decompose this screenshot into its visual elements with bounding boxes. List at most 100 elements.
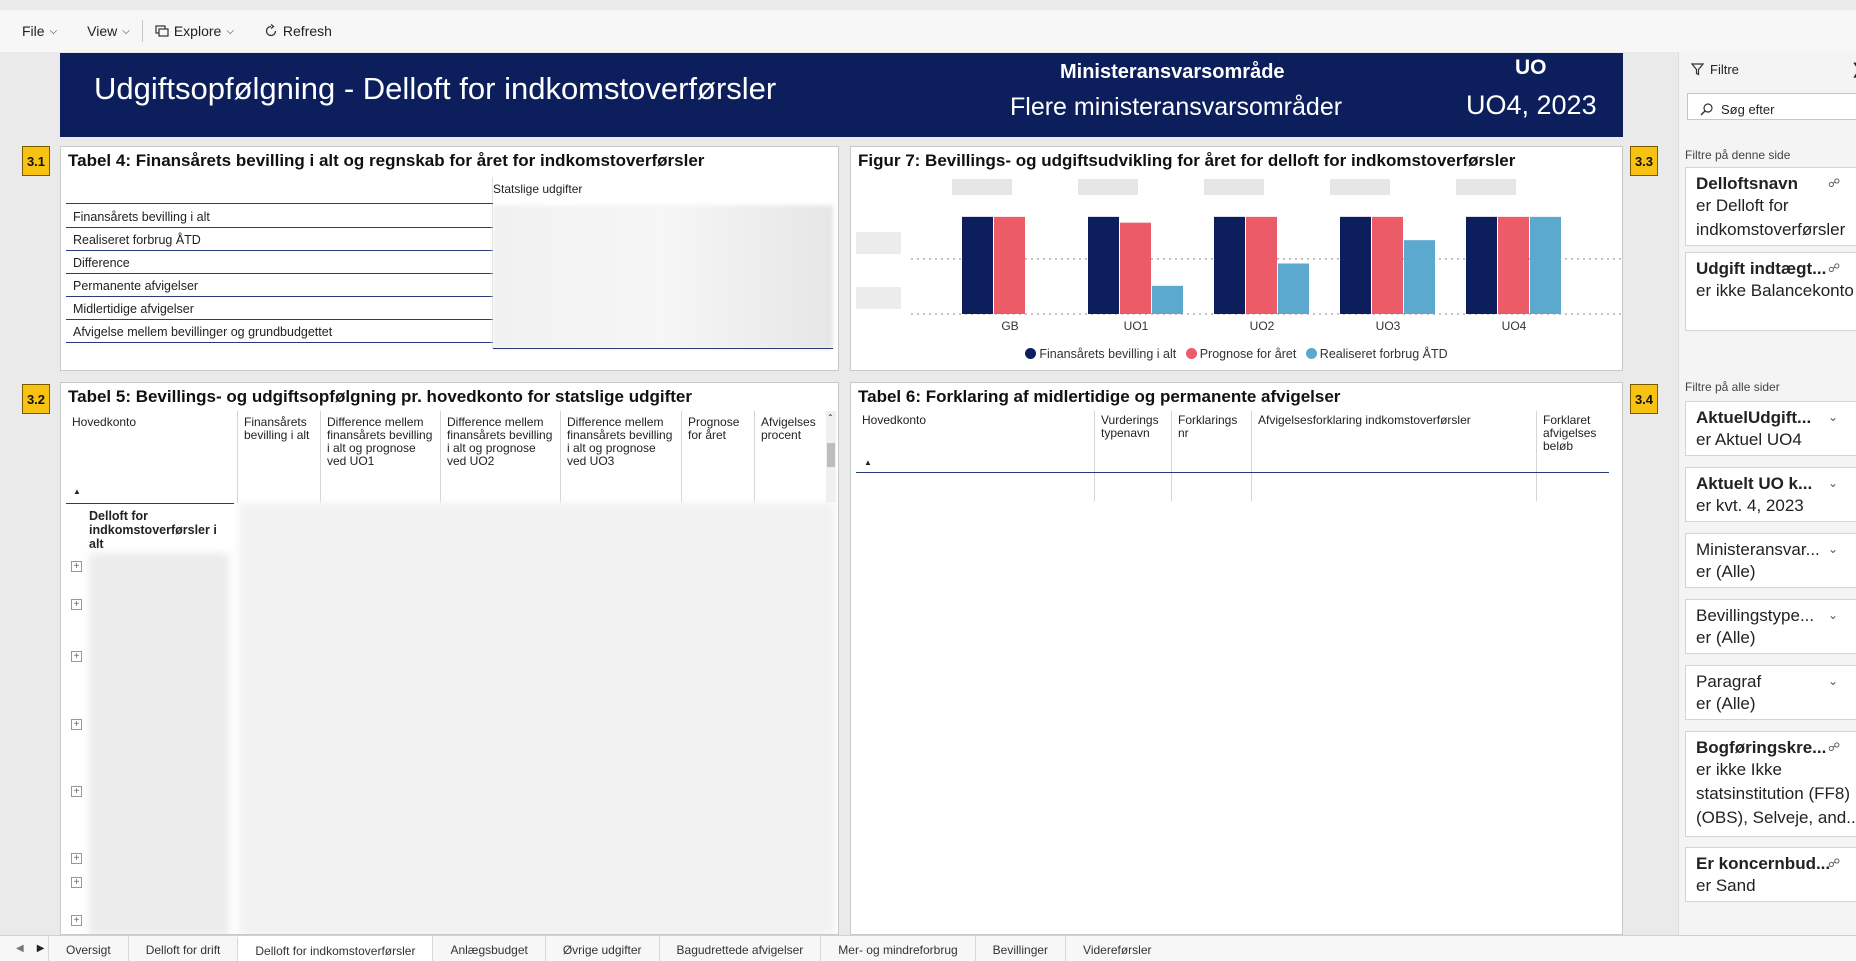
tab-bevillinger[interactable]: Bevillinger: [974, 936, 1065, 961]
tab-delloft-indkomstoverfoersler[interactable]: Delloft for indkomstoverførsler: [237, 936, 433, 961]
tab-mer-mindreforbrug[interactable]: Mer- og mindreforbrug: [820, 936, 974, 961]
uo-label: UO: [1515, 56, 1547, 79]
redacted-data-label: [952, 179, 1012, 195]
tab-bagudrettede-afvigelser[interactable]: Bagudrettede afvigelser: [658, 936, 821, 961]
chevron-down-icon[interactable]: ⌄: [1828, 674, 1841, 688]
prev-tab-icon[interactable]: ◀: [16, 943, 24, 954]
col-vurderingstype[interactable]: Vurderings typenavn: [1095, 414, 1171, 440]
expand-icon[interactable]: +: [71, 719, 82, 730]
bar-UO1-1[interactable]: [1120, 222, 1151, 314]
tab-navigation: ◀ ▶: [0, 936, 48, 961]
bar-UO2-2[interactable]: [1278, 263, 1309, 314]
bar-UO3-0[interactable]: [1340, 216, 1371, 314]
expand-icon[interactable]: +: [71, 877, 82, 888]
header-rule: [66, 503, 234, 504]
bar-UO3-1[interactable]: [1372, 216, 1403, 314]
chevron-down-icon[interactable]: ⌄: [1828, 542, 1841, 556]
file-menu[interactable]: File ⌵: [22, 23, 57, 39]
filter-card-udgift-indtaegt[interactable]: Udgift indtægt... er ikke Balancekonto ☍: [1685, 252, 1856, 331]
col-hovedkonto[interactable]: Hovedkonto: [856, 414, 1089, 427]
chevron-down-icon[interactable]: ⌄: [1828, 476, 1841, 490]
expand-icon[interactable]: +: [71, 915, 82, 926]
col-afvigelses[interactable]: Afvigelses procent: [755, 413, 825, 442]
explore-label: Explore: [173, 23, 222, 39]
legend-item[interactable]: Finansårets bevilling i alt: [1025, 347, 1176, 361]
filter-card-bogfoeringskreds[interactable]: Bogføringskre... er ikke Ikke statsinsti…: [1685, 731, 1856, 837]
bar-UO2-0[interactable]: [1214, 216, 1245, 314]
redacted-data-label: [1456, 179, 1516, 195]
bar-GB-0[interactable]: [962, 216, 993, 314]
filter-value: er kvt. 4, 2023: [1696, 496, 1804, 515]
table4-row: Afvigelse mellem bevillinger og grundbud…: [66, 320, 493, 343]
filter-search-input[interactable]: Søg efter: [1687, 93, 1856, 120]
filter-card-ministeransvar[interactable]: Ministeransvar... er (Alle) ⌄: [1685, 533, 1856, 588]
minister-label: Ministeransvarsområde: [1060, 61, 1285, 83]
col-diff-uo1[interactable]: Difference mellem finansårets bevilling …: [321, 413, 440, 468]
refresh-button[interactable]: Refresh: [264, 23, 332, 39]
filter-value: er Delloft for indkomstoverførsler: [1696, 196, 1846, 239]
legend-item[interactable]: Realiseret forbrug ÅTD: [1305, 347, 1448, 361]
filter-icon: [1691, 63, 1704, 76]
filter-card-delloftsnavn[interactable]: Delloftsnavn er Delloft for indkomstover…: [1685, 167, 1856, 246]
col-forklaringsnr[interactable]: Forklarings nr: [1172, 414, 1248, 440]
bar-UO2-1[interactable]: [1246, 216, 1277, 314]
sort-arrow-icon[interactable]: ▲: [864, 458, 872, 467]
col-bevilling[interactable]: Finansårets bevilling i alt: [238, 413, 320, 442]
expand-icon[interactable]: +: [71, 853, 82, 864]
figure7-panel[interactable]: Figur 7: Bevillings- og udgiftsudvikling…: [850, 146, 1623, 371]
chevron-down-icon[interactable]: ⌄: [1828, 410, 1841, 424]
bar-GB-1[interactable]: [994, 216, 1025, 314]
next-tab-icon[interactable]: ▶: [37, 943, 45, 954]
sort-arrow-icon[interactable]: ▲: [73, 487, 81, 496]
bar-UO3-2[interactable]: [1404, 240, 1435, 314]
filter-card-koncernbud[interactable]: Er koncernbud... er Sand ☍: [1685, 847, 1856, 902]
col-diff-uo2[interactable]: Difference mellem finansårets bevilling …: [441, 413, 560, 468]
filter-card-aktuelt-uo[interactable]: Aktuelt UO k... er kvt. 4, 2023 ⌄: [1685, 467, 1856, 522]
bar-UO4-0[interactable]: [1466, 216, 1497, 314]
table4-panel[interactable]: Tabel 4: Finansårets bevilling i alt og …: [60, 146, 839, 371]
scroll-thumb[interactable]: [827, 443, 835, 467]
expand-icon[interactable]: +: [71, 599, 82, 610]
expand-icon[interactable]: +: [71, 561, 82, 572]
tab-viderefoersler[interactable]: Videreførsler: [1065, 936, 1168, 961]
legend-label: Prognose for året: [1199, 347, 1297, 361]
filter-card-aktuel-udgift[interactable]: AktuelUdgift... er Aktuel UO4 ⌄: [1685, 401, 1856, 456]
expand-icon[interactable]: +: [71, 651, 82, 662]
vertical-scrollbar[interactable]: ⌃: [826, 411, 836, 503]
lock-icon: ☍: [1828, 176, 1844, 190]
chevron-down-icon[interactable]: ⌄: [1828, 608, 1841, 622]
bar-UO4-2[interactable]: [1530, 216, 1561, 314]
col-hovedkonto[interactable]: Hovedkonto: [66, 413, 236, 429]
x-tick-label: UO4: [1502, 319, 1527, 333]
bar-UO1-0[interactable]: [1088, 216, 1119, 314]
tab-oversigt[interactable]: Oversigt: [48, 936, 128, 961]
col-diff-uo3[interactable]: Difference mellem finansårets bevilling …: [561, 413, 681, 468]
view-menu[interactable]: View ⌵: [87, 23, 130, 39]
scroll-up-icon[interactable]: ⌃: [827, 413, 834, 422]
close-icon[interactable]: ❯: [1851, 60, 1856, 78]
tab-anlaegsbudget[interactable]: Anlægsbudget: [432, 936, 544, 961]
refresh-label: Refresh: [282, 23, 332, 39]
table6-panel[interactable]: Tabel 6: Forklaring af midlertidige og p…: [850, 382, 1623, 935]
legend-item[interactable]: Prognose for året: [1185, 347, 1297, 361]
bar-UO4-1[interactable]: [1498, 216, 1529, 314]
filter-card-paragraf[interactable]: Paragraf er (Alle) ⌄: [1685, 665, 1856, 720]
filter-pane-header: Filtre: [1691, 62, 1739, 77]
tab-delloft-drift[interactable]: Delloft for drift: [127, 936, 238, 961]
table5-panel[interactable]: Tabel 5: Bevillings- og udgiftsopfølgnin…: [60, 382, 839, 935]
expand-icon[interactable]: +: [71, 786, 82, 797]
redacted-data-label: [1204, 179, 1264, 195]
filter-card-bevillingstype[interactable]: Bevillingstype... er (Alle) ⌄: [1685, 599, 1856, 654]
filter-value: er Sand: [1696, 876, 1756, 895]
redacted-data-label: [1078, 179, 1138, 195]
page-tabs: ◀ ▶ Oversigt Delloft for drift Delloft f…: [0, 935, 1856, 961]
tab-oevrige-udgifter[interactable]: Øvrige udgifter: [544, 936, 659, 961]
filter-pane-title: Filtre: [1710, 62, 1739, 77]
legend-label: Finansårets bevilling i alt: [1039, 347, 1177, 361]
lock-icon: ☍: [1828, 261, 1844, 275]
col-forklaret-beloeb[interactable]: Forklaret afvigelses beløb: [1537, 414, 1607, 453]
col-prognose[interactable]: Prognose for året: [682, 413, 755, 442]
explore-menu[interactable]: Explore ⌵: [155, 23, 234, 39]
col-afvigelsesforklaring[interactable]: Afvigelsesforklaring indkomstoverførsler: [1252, 414, 1532, 427]
bar-UO1-2[interactable]: [1152, 285, 1183, 314]
